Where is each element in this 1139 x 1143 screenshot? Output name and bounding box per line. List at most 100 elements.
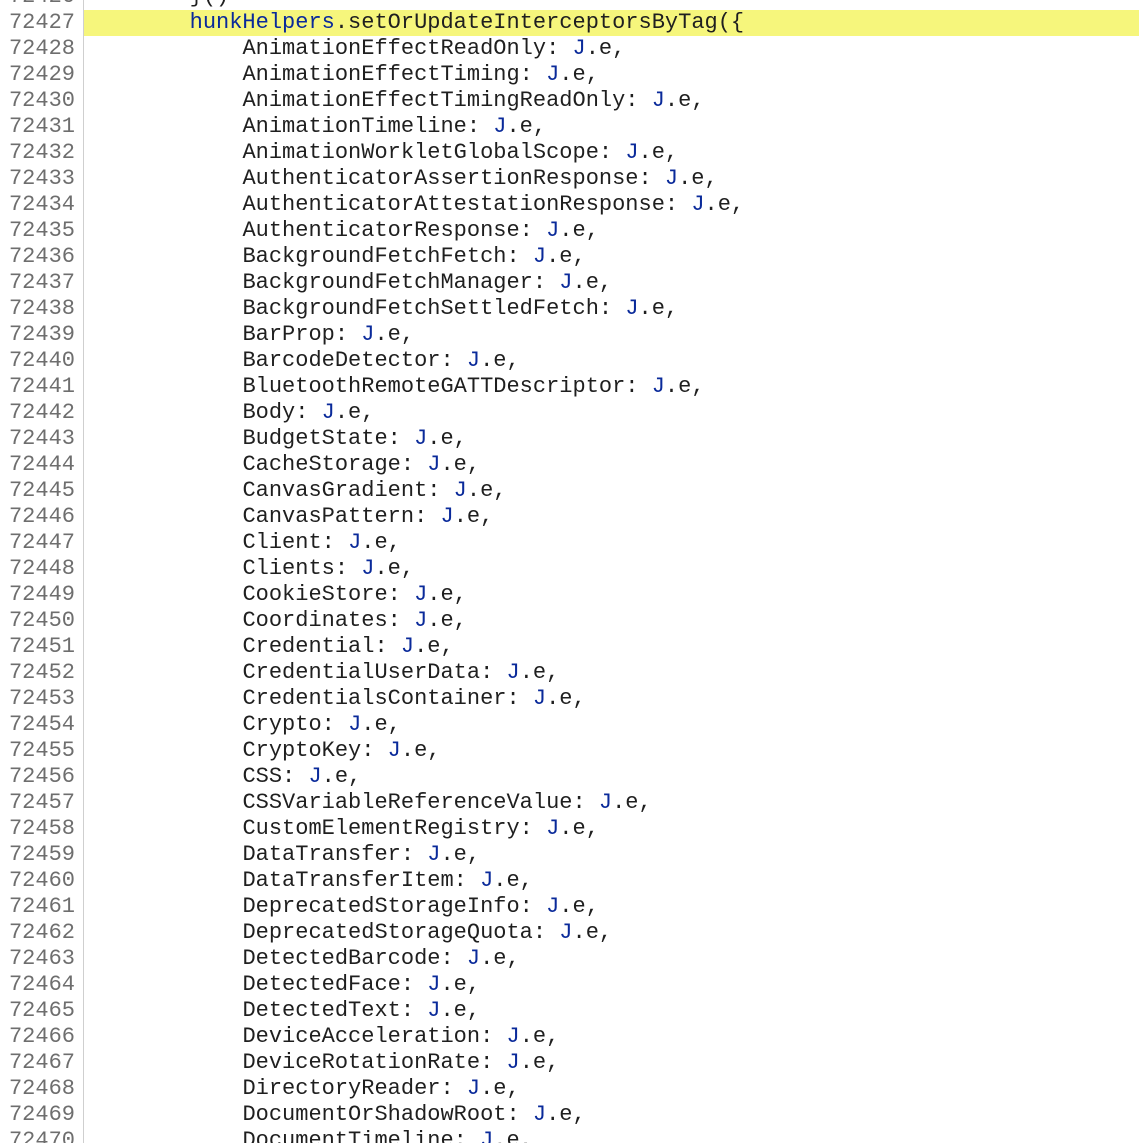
line-number[interactable]: 72468 [0,1076,75,1102]
code-line[interactable]: 72439 BarProp: J.e, [0,322,1139,348]
code-line[interactable]: 72453 CredentialsContainer: J.e, [0,686,1139,712]
line-number[interactable]: 72430 [0,88,75,114]
line-number[interactable]: 72455 [0,738,75,764]
line-number[interactable]: 72449 [0,582,75,608]
line-number[interactable]: 72436 [0,244,75,270]
code-line[interactable]: 72461 DeprecatedStorageInfo: J.e, [0,894,1139,920]
property-key: AuthenticatorAssertionResponse: [242,166,665,191]
line-number[interactable]: 72453 [0,686,75,712]
line-number[interactable]: 72464 [0,972,75,998]
code-line[interactable]: 72430 AnimationEffectTimingReadOnly: J.e… [0,88,1139,114]
line-number[interactable]: 72469 [0,1102,75,1128]
line-number[interactable]: 72470 [0,1128,75,1143]
line-number[interactable]: 72466 [0,1024,75,1050]
line-number[interactable]: 72437 [0,270,75,296]
line-number[interactable]: 72432 [0,140,75,166]
code-line[interactable]: 72454 Crypto: J.e, [0,712,1139,738]
line-number[interactable]: 72448 [0,556,75,582]
code-line[interactable]: 72460 DataTransferItem: J.e, [0,868,1139,894]
code-line[interactable]: 72434 AuthenticatorAttestationResponse: … [0,192,1139,218]
code-line[interactable]: 72441 BluetoothRemoteGATTDescriptor: J.e… [0,374,1139,400]
code-line[interactable]: 72438 BackgroundFetchSettledFetch: J.e, [0,296,1139,322]
line-number[interactable]: 72444 [0,452,75,478]
line-number[interactable]: 72427 [0,10,75,36]
line-number[interactable]: 72450 [0,608,75,634]
code-text: BluetoothRemoteGATTDescriptor: J.e, [84,374,1139,400]
code-line[interactable]: 72447 Client: J.e, [0,530,1139,556]
line-number[interactable]: 72441 [0,374,75,400]
code-line[interactable]: 72464 DetectedFace: J.e, [0,972,1139,998]
source-code-viewer[interactable]: 72426 }()72427 hunkHelpers.setOrUpdateIn… [0,0,1139,1143]
line-number[interactable]: 72460 [0,868,75,894]
line-number[interactable]: 72457 [0,790,75,816]
code-line[interactable]: 72437 BackgroundFetchManager: J.e, [0,270,1139,296]
line-number[interactable]: 72467 [0,1050,75,1076]
line-number[interactable]: 72458 [0,816,75,842]
line-number[interactable]: 72447 [0,530,75,556]
code-line[interactable]: 72433 AuthenticatorAssertionResponse: J.… [0,166,1139,192]
line-number[interactable]: 72435 [0,218,75,244]
line-number[interactable]: 72459 [0,842,75,868]
line-number[interactable]: 72463 [0,946,75,972]
code-line[interactable]: 72456 CSS: J.e, [0,764,1139,790]
line-number[interactable]: 72446 [0,504,75,530]
code-line-highlighted[interactable]: 72427 hunkHelpers.setOrUpdateInterceptor… [0,10,1139,36]
code-line[interactable]: 72432 AnimationWorkletGlobalScope: J.e, [0,140,1139,166]
property-key: DirectoryReader: [242,1076,467,1101]
code-line[interactable]: 72448 Clients: J.e, [0,556,1139,582]
code-line[interactable]: 72426 }() [0,0,1139,10]
code-line[interactable]: 72444 CacheStorage: J.e, [0,452,1139,478]
line-number[interactable]: 72428 [0,36,75,62]
code-line[interactable]: 72459 DataTransfer: J.e, [0,842,1139,868]
line-number[interactable]: 72443 [0,426,75,452]
line-number[interactable]: 72452 [0,660,75,686]
code-line[interactable]: 72452 CredentialUserData: J.e, [0,660,1139,686]
code-line[interactable]: 72429 AnimationEffectTiming: J.e, [0,62,1139,88]
code-line[interactable]: 72463 DetectedBarcode: J.e, [0,946,1139,972]
line-number[interactable]: 72445 [0,478,75,504]
code-line[interactable]: 72431 AnimationTimeline: J.e, [0,114,1139,140]
code-line[interactable]: 72450 Coordinates: J.e, [0,608,1139,634]
line-number[interactable]: 72451 [0,634,75,660]
line-number[interactable]: 72456 [0,764,75,790]
code-line[interactable]: 72451 Credential: J.e, [0,634,1139,660]
code-line[interactable]: 72440 BarcodeDetector: J.e, [0,348,1139,374]
line-number[interactable]: 72440 [0,348,75,374]
line-number[interactable]: 72465 [0,998,75,1024]
code-line[interactable]: 72436 BackgroundFetchFetch: J.e, [0,244,1139,270]
line-number[interactable]: 72461 [0,894,75,920]
code-line[interactable]: 72467 DeviceRotationRate: J.e, [0,1050,1139,1076]
code-line[interactable]: 72446 CanvasPattern: J.e, [0,504,1139,530]
code-line[interactable]: 72443 BudgetState: J.e, [0,426,1139,452]
property-key: CredentialsContainer: [242,686,533,711]
line-number[interactable]: 72429 [0,62,75,88]
line-number[interactable]: 72454 [0,712,75,738]
code-text: BackgroundFetchSettledFetch: J.e, [84,296,1139,322]
code-line[interactable]: 72455 CryptoKey: J.e, [0,738,1139,764]
code-line[interactable]: 72469 DocumentOrShadowRoot: J.e, [0,1102,1139,1128]
line-number[interactable]: 72433 [0,166,75,192]
code-line[interactable]: 72457 CSSVariableReferenceValue: J.e, [0,790,1139,816]
code-line[interactable]: 72445 CanvasGradient: J.e, [0,478,1139,504]
line-number[interactable]: 72442 [0,400,75,426]
line-number[interactable]: 72439 [0,322,75,348]
code-line[interactable]: 72468 DirectoryReader: J.e, [0,1076,1139,1102]
code-line[interactable]: 72428 AnimationEffectReadOnly: J.e, [0,36,1139,62]
line-number[interactable]: 72434 [0,192,75,218]
code-token: .e, [638,140,679,165]
code-line[interactable]: 72442 Body: J.e, [0,400,1139,426]
line-number[interactable]: 72462 [0,920,75,946]
code-line[interactable]: 72435 AuthenticatorResponse: J.e, [0,218,1139,244]
code-line[interactable]: 72470 DocumentTimeline: J.e, [0,1128,1139,1143]
code-line[interactable]: 72462 DeprecatedStorageQuota: J.e, [0,920,1139,946]
code-text: CustomElementRegistry: J.e, [84,816,1139,842]
line-number[interactable]: 72438 [0,296,75,322]
line-number[interactable]: 72426 [0,0,75,10]
code-line[interactable]: 72458 CustomElementRegistry: J.e, [0,816,1139,842]
line-number[interactable]: 72431 [0,114,75,140]
code-line[interactable]: 72465 DetectedText: J.e, [0,998,1139,1024]
code-line[interactable]: 72466 DeviceAcceleration: J.e, [0,1024,1139,1050]
code-line[interactable]: 72449 CookieStore: J.e, [0,582,1139,608]
